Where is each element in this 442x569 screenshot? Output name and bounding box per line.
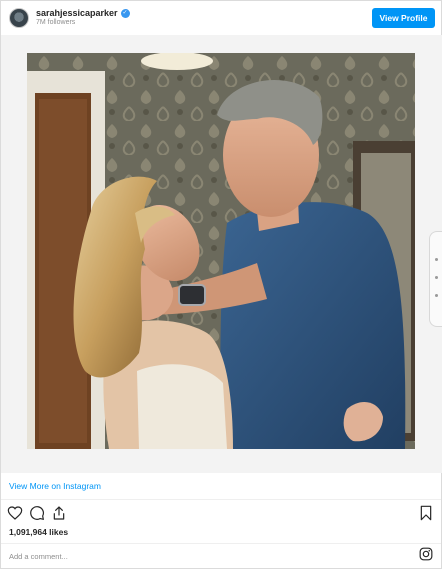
post-photo[interactable] bbox=[27, 53, 415, 449]
comment-icon[interactable] bbox=[29, 505, 45, 521]
bookmark-icon[interactable] bbox=[419, 505, 433, 521]
likes-count: 1,091,964 likes bbox=[9, 527, 69, 537]
comment-input[interactable] bbox=[9, 549, 399, 563]
photo-illustration bbox=[27, 53, 415, 449]
instagram-logo-icon[interactable] bbox=[419, 547, 433, 561]
instagram-embed: sarahjessicaparker ✓ 7M followers View P… bbox=[0, 0, 442, 569]
divider bbox=[1, 543, 441, 544]
avatar[interactable] bbox=[9, 8, 29, 28]
username[interactable]: sarahjessicaparker bbox=[36, 8, 118, 18]
username-row[interactable]: sarahjessicaparker ✓ bbox=[36, 8, 130, 18]
view-profile-button[interactable]: View Profile bbox=[372, 8, 435, 28]
heart-icon[interactable] bbox=[7, 505, 23, 521]
handle-dot bbox=[435, 294, 438, 297]
verified-badge-icon: ✓ bbox=[120, 8, 130, 18]
action-bar bbox=[7, 505, 67, 521]
handle-dot bbox=[435, 258, 438, 261]
share-icon[interactable] bbox=[51, 505, 67, 521]
carousel-side-handle[interactable] bbox=[429, 231, 442, 327]
post-header: sarahjessicaparker ✓ 7M followers View P… bbox=[1, 1, 441, 35]
view-more-link[interactable]: View More on Instagram bbox=[9, 481, 101, 491]
post-media[interactable] bbox=[1, 35, 442, 473]
handle-dot bbox=[435, 276, 438, 279]
divider bbox=[1, 499, 441, 500]
followers-count: 7M followers bbox=[36, 19, 76, 26]
